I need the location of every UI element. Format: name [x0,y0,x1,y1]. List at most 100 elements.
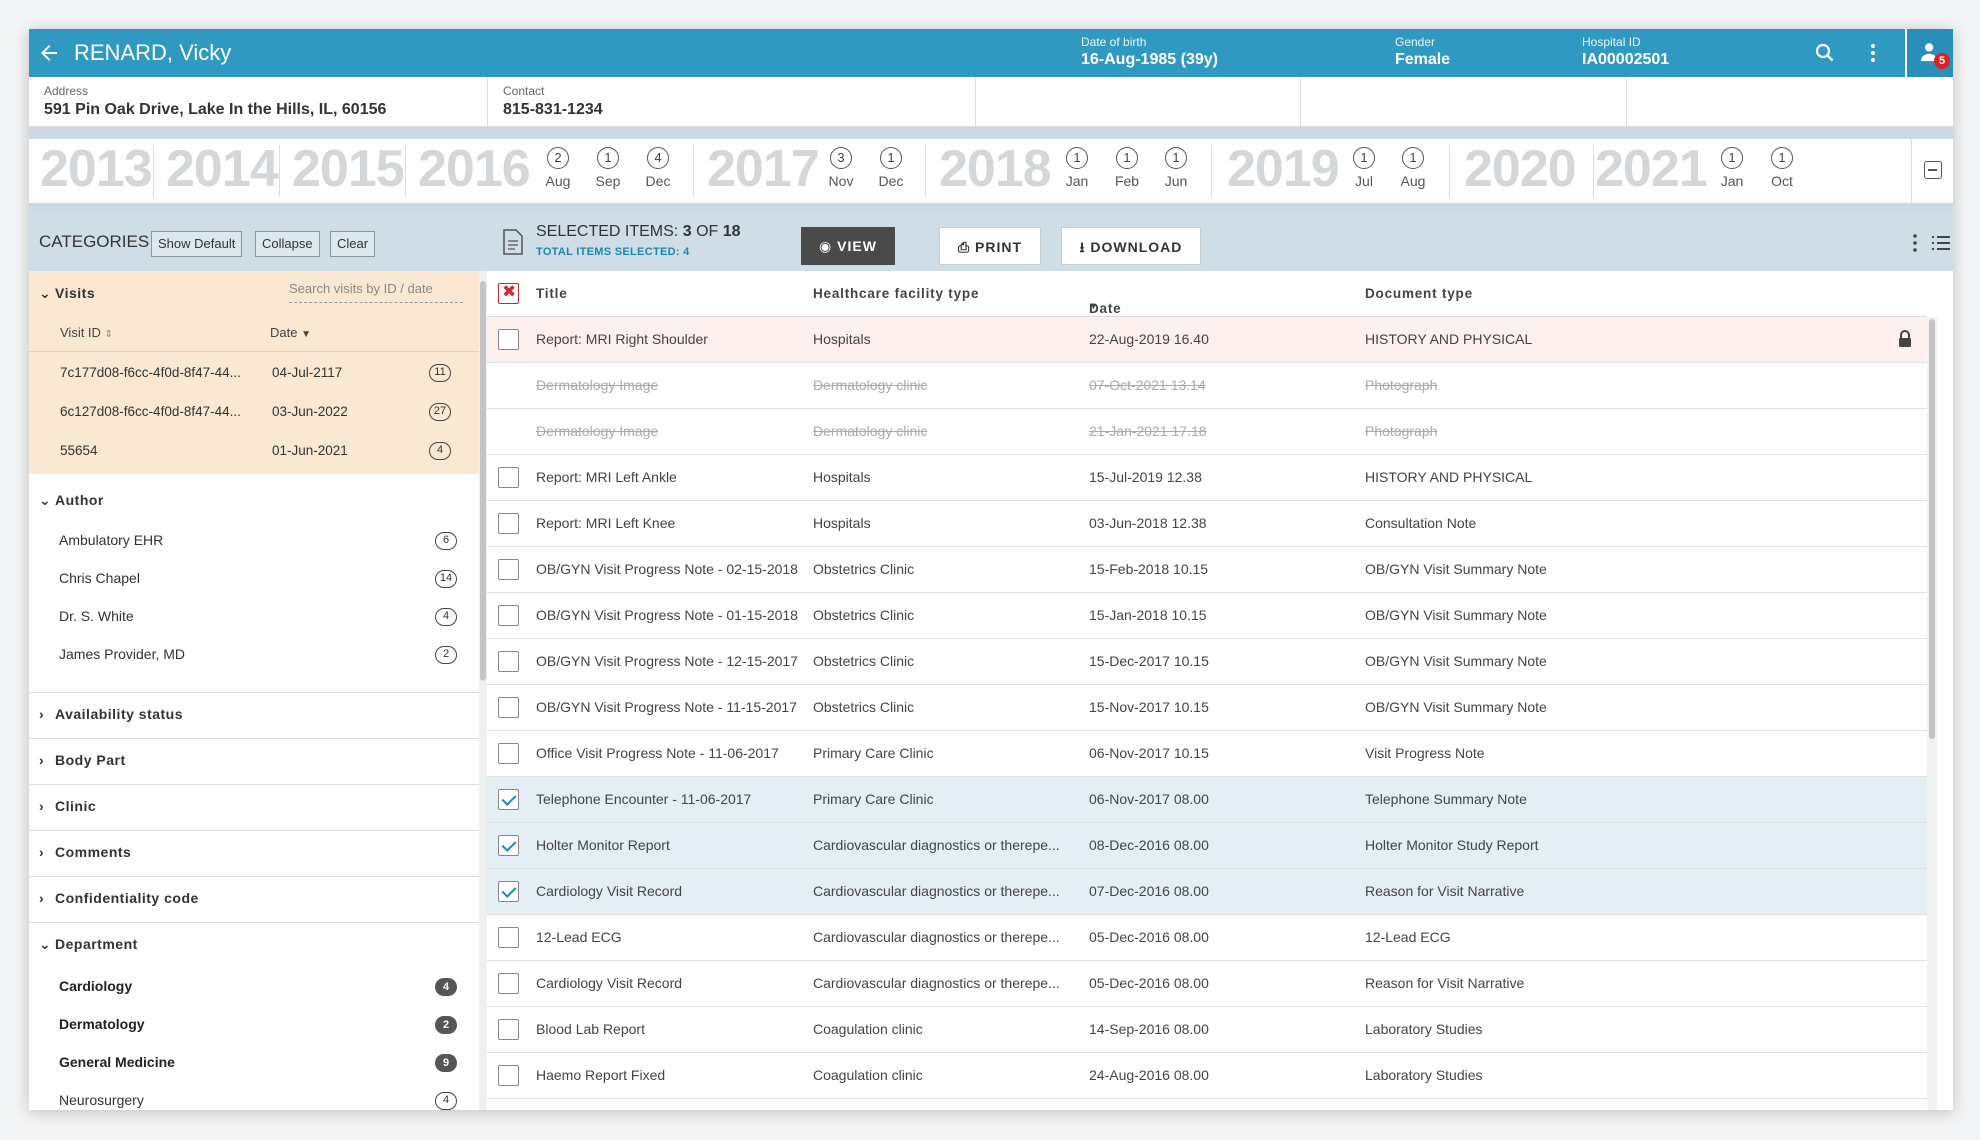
department-header[interactable]: ⌄ Department [29,936,479,953]
timeline-month[interactable]: 3 Nov [824,147,858,189]
table-row[interactable]: Haemo Report Fixed Coagulation clinic 24-A… [487,1053,1927,1099]
row-checkbox[interactable] [498,651,519,672]
row-checkbox[interactable] [498,697,519,718]
table-row[interactable]: Telephone Encounter - 11-06-2017 Primary … [487,777,1927,823]
row-checkbox[interactable] [498,1065,519,1086]
show-default-button[interactable]: Show Default [151,231,243,257]
view-button[interactable]: ◉ VIEW [801,227,895,265]
more-vertical-icon[interactable] [1905,233,1925,253]
table-row[interactable]: OB/GYN Visit Progress Note - 01-15-2018 O… [487,593,1927,639]
author-item[interactable]: Chris Chapel [59,570,140,586]
author-item[interactable]: James Provider, MD [59,646,185,662]
cell-title: OB/GYN Visit Progress Note - 02-15-2018 [536,561,798,577]
row-checkbox[interactable] [498,329,519,350]
notifications-button[interactable]: 5 [1905,29,1953,77]
visit-id-column-header[interactable]: Visit ID ⇕ [60,325,113,340]
category-confidentiality-code[interactable]: › Confidentiality code [29,890,479,906]
cell-document-type: Laboratory Studies [1365,1021,1483,1037]
scrollbar-thumb[interactable] [480,281,486,681]
back-arrow-icon[interactable] [37,41,61,65]
table-row[interactable]: Dermatology Image Dermatology clinic 21-Ja… [487,409,1927,455]
row-checkbox[interactable] [498,927,519,948]
table-row[interactable]: Blood Lab Report Coagulation clinic 14-Sep… [487,1007,1927,1053]
timeline-year[interactable]: 2013 [40,139,153,199]
list-view-icon[interactable] [1931,233,1951,253]
row-checkbox[interactable] [498,881,519,902]
row-checkbox[interactable] [498,559,519,580]
timeline-year[interactable]: 2021 [1595,139,1708,199]
timeline-month[interactable]: 1 Jan [1715,147,1749,189]
clear-button[interactable]: Clear [330,231,376,257]
more-vertical-icon[interactable] [1861,41,1885,65]
visit-id[interactable]: 6c127d08-f6cc-4f0d-8f47-44... [60,404,241,419]
total-selected-link[interactable]: TOTAL ITEMS SELECTED: 4 [536,246,690,258]
row-checkbox[interactable] [498,1019,519,1040]
timeline-year[interactable]: 2019 [1227,139,1340,199]
visit-id[interactable]: 7c177d08-f6cc-4f0d-8f47-44... [60,365,241,380]
timeline-month[interactable]: 2 Aug [541,147,575,189]
timeline-month[interactable]: 1 Jun [1159,147,1193,189]
timeline-month[interactable]: 4 Dec [641,147,675,189]
categories-scrollbar[interactable] [479,271,487,1110]
timeline-month[interactable]: 1 Dec [874,147,908,189]
table-row[interactable]: Dermatology Image Dermatology clinic 07-Oc… [487,363,1927,409]
collapse-button[interactable]: Collapse [255,231,320,257]
timeline-month[interactable]: 1 Jul [1347,147,1381,189]
timeline-month[interactable]: 1 Aug [1396,147,1430,189]
category-comments[interactable]: › Comments [29,844,479,860]
timeline-year[interactable]: 2015 [292,139,405,199]
timeline-month[interactable]: 1 Oct [1765,147,1799,189]
author-item[interactable]: Dr. S. White [59,608,134,624]
visit-search-input[interactable]: Search visits by ID / date [289,281,463,303]
table-row[interactable]: Report: MRI Right Shoulder Hospitals 22-Au… [487,317,1927,363]
timeline-month[interactable]: 1 Jan [1060,147,1094,189]
column-header-title[interactable]: Title [536,286,568,301]
table-row[interactable]: Office Visit Progress Note - 11-06-2017 P… [487,731,1927,777]
row-checkbox[interactable] [498,835,519,856]
table-row[interactable]: OB/GYN Visit Progress Note - 11-15-2017 O… [487,685,1927,731]
row-checkbox[interactable] [498,513,519,534]
select-all-checkbox[interactable]: ✖ [498,282,519,304]
table-row[interactable]: Report: MRI Left Knee Hospitals 03-Jun-201… [487,501,1927,547]
timeline-month[interactable]: 1 Sep [591,147,625,189]
timeline-year[interactable]: 2016 [418,139,531,199]
timeline-year[interactable]: 2020 [1464,139,1577,199]
table-row[interactable]: 12-Lead ECG Cardiovascular diagnostics or… [487,915,1927,961]
timeline-year[interactable]: 2017 [707,139,820,199]
category-body-part[interactable]: › Body Part [29,752,479,768]
table-row[interactable]: Cardiology Visit Record Cardiovascular di… [487,961,1927,1007]
visit-date-column-header[interactable]: Date ▼ [270,325,311,340]
table-row[interactable]: Report: MRI Left Ankle Hospitals 15-Jul-20… [487,455,1927,501]
row-checkbox[interactable] [498,467,519,488]
department-item[interactable]: Neurosurgery [59,1092,144,1108]
author-header[interactable]: ⌄ Author [29,492,479,509]
author-item[interactable]: Ambulatory EHR [59,532,163,548]
table-row[interactable]: Holter Monitor Report Cardiovascular diag… [487,823,1927,869]
table-row[interactable]: OB/GYN Visit Progress Note - 02-15-2018 O… [487,547,1927,593]
row-checkbox[interactable] [498,789,519,810]
timeline-year[interactable]: 2014 [166,139,279,199]
collapse-timeline-button[interactable] [1911,139,1953,203]
scrollbar-thumb[interactable] [1929,319,1935,739]
department-item[interactable]: Cardiology [59,978,132,994]
row-checkbox[interactable] [498,973,519,994]
column-header-facility[interactable]: Healthcare facility type [813,286,979,301]
table-row[interactable]: Cardiology Visit Record Cardiovascular di… [487,869,1927,915]
table-row[interactable]: OB/GYN Visit Progress Note - 12-15-2017 O… [487,639,1927,685]
table-scrollbar[interactable] [1927,317,1937,1110]
row-checkbox[interactable] [498,605,519,626]
row-checkbox[interactable] [498,743,519,764]
visit-date-header-label: Date [270,325,298,340]
patient-name: RENARD, Vicky [74,40,232,65]
department-item[interactable]: General Medicine [59,1054,175,1070]
timeline-month[interactable]: 1 Feb [1110,147,1144,189]
visit-id[interactable]: 55654 [60,443,98,458]
timeline-year[interactable]: 2018 [939,139,1052,199]
column-header-document-type[interactable]: Document type [1365,286,1473,301]
print-button[interactable]: ⎙ PRINT [939,227,1041,265]
category-clinic[interactable]: › Clinic [29,798,479,814]
search-icon[interactable] [1813,41,1837,65]
department-item[interactable]: Dermatology [59,1016,145,1032]
category-availability-status[interactable]: › Availability status [29,706,479,722]
download-button[interactable]: ⭳ DOWNLOAD [1061,227,1201,265]
